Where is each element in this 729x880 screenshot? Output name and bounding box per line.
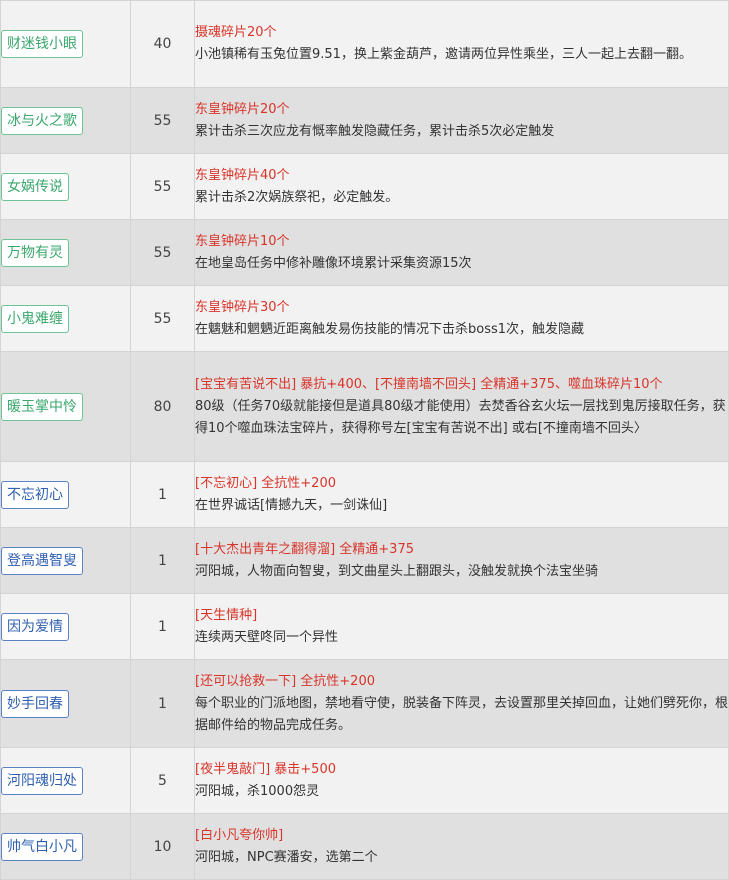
reward-text: 东皇钟碎片20个	[195, 101, 290, 117]
achievement-name-cell: 冰与火之歌	[0, 87, 131, 154]
condition-text: 河阳城，人物面向智叟，到文曲星头上翻跟头，没触发就换个法宝坐骑	[195, 563, 599, 579]
table-row: 万物有灵 55 东皇钟碎片10个在地皇岛任务中修补雕像环境累计采集资源15次	[0, 219, 729, 286]
description-cell: [十大杰出青年之翻得溜] 全精通+375 河阳城，人物面向智叟，到文曲星头上翻跟头…	[194, 527, 729, 594]
level-cell: 55	[130, 87, 195, 154]
description-cell: [白小凡夸你帅] 河阳城，NPC赛潘安，选第二个	[194, 813, 729, 880]
description-cell: 东皇钟碎片30个在魑魅和魍魉近距离触发易伤技能的情况下击杀boss1次，触发隐藏	[194, 285, 729, 352]
reward-text: [不忘初心] 全抗性+200	[195, 475, 336, 491]
level-cell: 1	[130, 593, 195, 660]
achievement-name-cell: 帅气白小凡	[0, 813, 131, 880]
achievement-name-tag[interactable]: 小鬼难缠	[1, 304, 69, 333]
level-cell: 55	[130, 285, 195, 352]
table-row: 不忘初心 1 [不忘初心] 全抗性+200 在世界诚话[情撼九天，一剑诛仙]	[0, 461, 729, 528]
reward-text: [夜半鬼敲门] 暴击+500	[195, 761, 336, 777]
level-cell: 40	[130, 0, 195, 88]
description-cell: 东皇钟碎片40个累计击杀2次娲族祭祀，必定触发。	[194, 153, 729, 220]
table-row: 财迷钱小眼 40 摄魂碎片20个小池镇稀有玉兔位置9.51，换上紫金葫芦，邀请两位异…	[0, 0, 729, 88]
condition-text: 在世界诚话[情撼九天，一剑诛仙]	[195, 497, 388, 513]
condition-text: 累计击杀2次娲族祭祀，必定触发。	[195, 189, 399, 205]
achievement-name-cell: 河阳魂归处	[0, 747, 131, 814]
achievement-name-tag[interactable]: 河阳魂归处	[1, 766, 83, 795]
achievement-name-cell: 小鬼难缠	[0, 285, 131, 352]
level-cell: 80	[130, 351, 195, 462]
condition-text: 每个职业的门派地图，禁地看守使，脱装备下阵灵，去设置那里关掉回血，让她们劈死你，…	[195, 695, 729, 733]
reward-text: [白小凡夸你帅]	[195, 827, 284, 843]
condition-text: 河阳城，杀1000怨灵	[195, 783, 320, 799]
achievement-name-cell: 暖玉掌中怜	[0, 351, 131, 462]
level-cell: 1	[130, 527, 195, 594]
table-row: 暖玉掌中怜 80 [宝宝有苦说不出] 暴抗+400、[不撞南墙不回头] 全精通+37…	[0, 351, 729, 462]
reward-text: 东皇钟碎片40个	[195, 167, 290, 183]
condition-text: 河阳城，NPC赛潘安，选第二个	[195, 849, 378, 865]
achievement-name-cell: 财迷钱小眼	[0, 0, 131, 88]
reward-text: 东皇钟碎片10个	[195, 233, 290, 249]
level-cell: 1	[130, 461, 195, 528]
table-row: 因为爱情 1 [天生情种] 连续两天壁咚同一个异性	[0, 593, 729, 660]
reward-text: [天生情种]	[195, 607, 258, 623]
table-row: 河阳魂归处 5 [夜半鬼敲门] 暴击+500 河阳城，杀1000怨灵	[0, 747, 729, 814]
condition-text: 连续两天壁咚同一个异性	[195, 629, 339, 645]
reward-text: [还可以抢救一下] 全抗性+200	[195, 673, 375, 689]
achievement-name-cell: 万物有灵	[0, 219, 131, 286]
achievement-name-cell: 因为爱情	[0, 593, 131, 660]
description-cell: [还可以抢救一下] 全抗性+200 每个职业的门派地图，禁地看守使，脱装备下阵灵，…	[194, 659, 729, 748]
achievement-name-tag[interactable]: 登高遇智叟	[1, 546, 83, 575]
reward-text: 东皇钟碎片30个	[195, 299, 290, 315]
level-cell: 55	[130, 219, 195, 286]
table-row: 冰与火之歌 55 东皇钟碎片20个累计击杀三次应龙有慨率触发隐藏任务，累计击杀5次必…	[0, 87, 729, 154]
achievement-name-tag[interactable]: 帅气白小凡	[1, 832, 83, 861]
description-cell: 摄魂碎片20个小池镇稀有玉兔位置9.51，换上紫金葫芦，邀请两位异性乘坐，三人一…	[194, 0, 729, 88]
table-row: 妙手回春 1 [还可以抢救一下] 全抗性+200 每个职业的门派地图，禁地看守使，脱装…	[0, 659, 729, 748]
achievement-name-tag[interactable]: 暖玉掌中怜	[1, 392, 83, 421]
achievement-name-tag[interactable]: 妙手回春	[1, 689, 69, 718]
achievement-name-tag[interactable]: 不忘初心	[1, 480, 69, 509]
achievement-name-cell: 不忘初心	[0, 461, 131, 528]
description-cell: [天生情种] 连续两天壁咚同一个异性	[194, 593, 729, 660]
table-row: 帅气白小凡 10 [白小凡夸你帅] 河阳城，NPC赛潘安，选第二个	[0, 813, 729, 880]
condition-text: 80级（任务70级就能接但是道具80级才能使用）去焚香谷玄火坛一层找到鬼厉接取任…	[195, 398, 726, 436]
condition-text: 在魑魅和魍魉近距离触发易伤技能的情况下击杀boss1次，触发隐藏	[195, 321, 585, 337]
achievement-name-tag[interactable]: 冰与火之歌	[1, 106, 83, 135]
level-cell: 55	[130, 153, 195, 220]
level-cell: 5	[130, 747, 195, 814]
reward-text: [宝宝有苦说不出] 暴抗+400、[不撞南墙不回头] 全精通+375、噬血珠碎片…	[195, 376, 663, 392]
condition-text: 小池镇稀有玉兔位置9.51，换上紫金葫芦，邀请两位异性乘坐，三人一起上去翻一翻。	[195, 47, 692, 62]
reward-text: [十大杰出青年之翻得溜] 全精通+375	[195, 541, 414, 557]
achievement-name-cell: 登高遇智叟	[0, 527, 131, 594]
description-cell: 东皇钟碎片20个累计击杀三次应龙有慨率触发隐藏任务，累计击杀5次必定触发	[194, 87, 729, 154]
table-row: 小鬼难缠 55 东皇钟碎片30个在魑魅和魍魉近距离触发易伤技能的情况下击杀boss1…	[0, 285, 729, 352]
description-cell: [夜半鬼敲门] 暴击+500 河阳城，杀1000怨灵	[194, 747, 729, 814]
description-cell: [不忘初心] 全抗性+200 在世界诚话[情撼九天，一剑诛仙]	[194, 461, 729, 528]
achievement-name-tag[interactable]: 财迷钱小眼	[1, 30, 83, 58]
achievement-table: 财迷钱小眼 40 摄魂碎片20个小池镇稀有玉兔位置9.51，换上紫金葫芦，邀请两位异…	[0, 0, 729, 880]
description-cell: 东皇钟碎片10个在地皇岛任务中修补雕像环境累计采集资源15次	[194, 219, 729, 286]
achievement-name-cell: 女娲传说	[0, 153, 131, 220]
condition-text: 累计击杀三次应龙有慨率触发隐藏任务，累计击杀5次必定触发	[195, 123, 555, 139]
level-cell: 1	[130, 659, 195, 748]
achievement-name-tag[interactable]: 因为爱情	[1, 612, 69, 641]
achievement-name-tag[interactable]: 万物有灵	[1, 238, 69, 267]
condition-text: 在地皇岛任务中修补雕像环境累计采集资源15次	[195, 255, 472, 271]
description-cell: [宝宝有苦说不出] 暴抗+400、[不撞南墙不回头] 全精通+375、噬血珠碎片…	[194, 351, 729, 462]
level-cell: 10	[130, 813, 195, 880]
table-row: 登高遇智叟 1 [十大杰出青年之翻得溜] 全精通+375 河阳城，人物面向智叟，到文曲…	[0, 527, 729, 594]
achievement-name-cell: 妙手回春	[0, 659, 131, 748]
table-row: 女娲传说 55 东皇钟碎片40个累计击杀2次娲族祭祀，必定触发。	[0, 153, 729, 220]
achievement-name-tag[interactable]: 女娲传说	[1, 172, 69, 201]
reward-text: 摄魂碎片20个	[195, 25, 277, 40]
